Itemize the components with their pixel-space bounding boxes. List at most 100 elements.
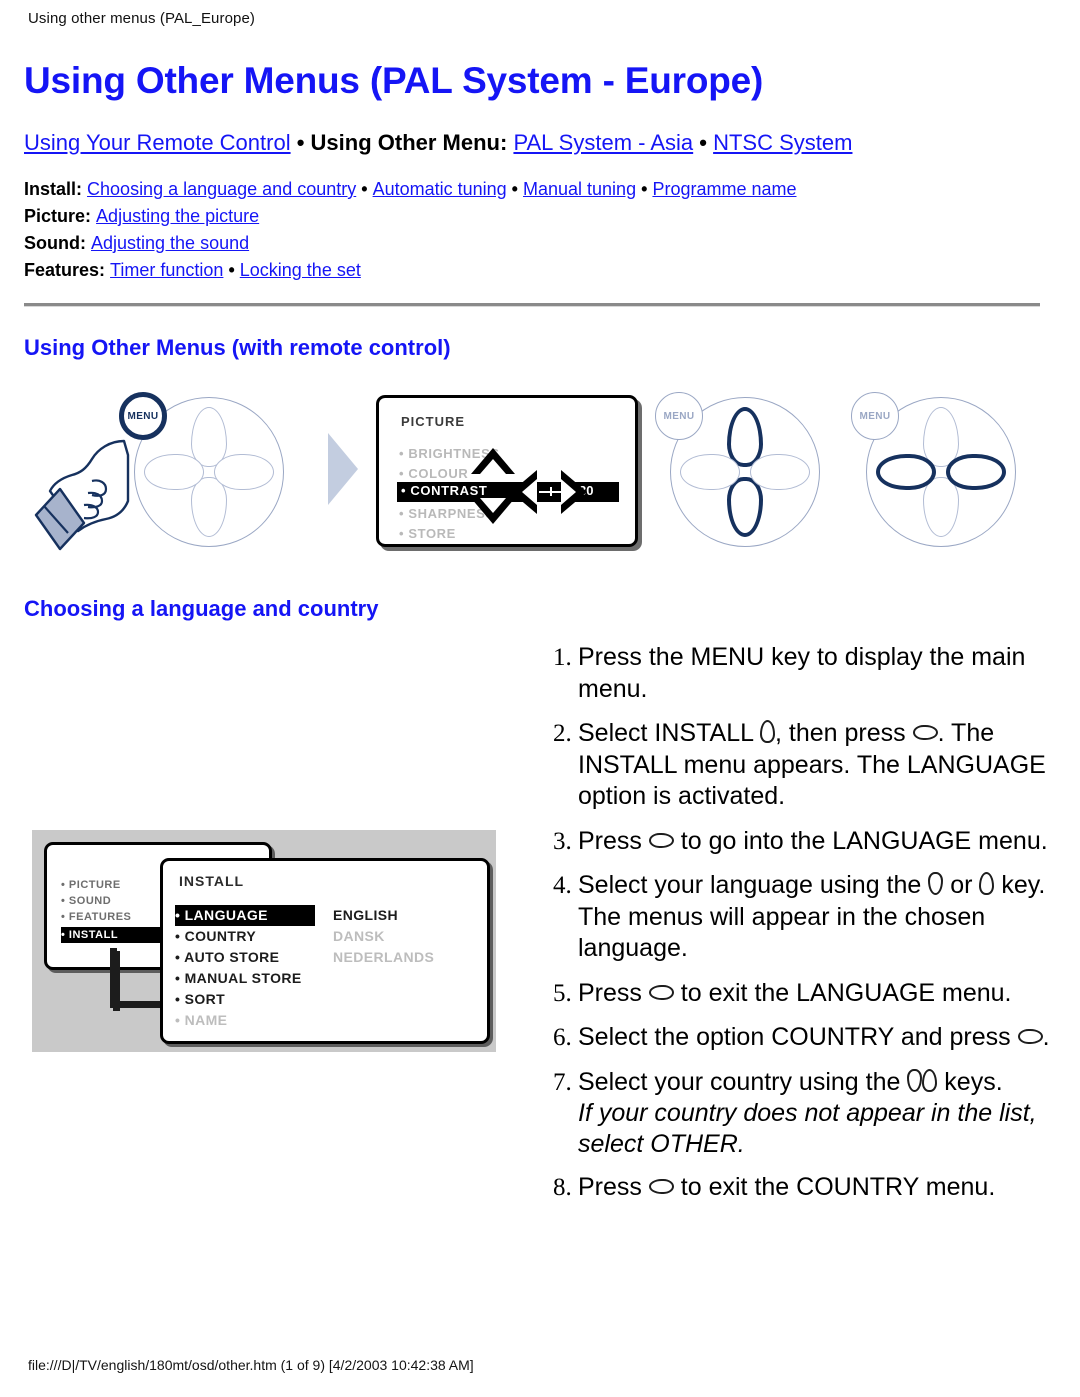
install-item-auto-store: • AUTO STORE [175,949,280,966]
main-item-features-label: FEATURES [68,911,132,924]
main-item-picture: • PICTURE [61,879,121,892]
key-left-glyph-icon [648,984,674,1000]
horizontal-divider [24,303,1040,308]
flow-arrow-1-icon [328,433,358,506]
osd-slider-thumb [550,487,552,497]
nav-row-install: Install: Choosing a language and country… [24,176,1040,203]
osd-main-menu-items: • PICTURE • SOUND • FEATURES • INSTALL [61,877,171,944]
osd-item-contrast-label: CONTRAST [410,483,488,499]
link-timer-function[interactable]: Timer function [110,260,223,280]
remote-dial-2: MENU [655,392,820,548]
footer-path: file:///D|/TV/english/180mt/osd/other.ht… [28,1357,474,1373]
install-item-sort-label: SORT [184,991,226,1008]
step-2-text: Select INSTALL , then press . The INSTAL… [578,719,1046,811]
connector-vertical-2 [110,948,117,1009]
main-item-install-label: INSTALL [68,929,119,942]
nav-group-label-sound: Sound: [24,233,86,254]
remote-down-key-3 [923,477,959,538]
nav-group-label-install: Install: [24,179,83,200]
install-value-nederlands: NEDERLANDS [333,949,435,966]
osd-install-title: INSTALL [179,873,245,890]
menu-button-3: MENU [851,392,899,441]
main-item-picture-label: PICTURE [68,879,121,892]
step-2: Select INSTALL , then press . The INSTAL… [578,718,1080,813]
step-8: Press to exit the COUNTRY menu. [578,1172,1080,1204]
nav-group-label-picture: Picture: [24,206,92,227]
osd-item-colour-label: COLOUR [408,466,469,482]
osd-install-value-column: ENGLISH DANSK NEDERLANDS [333,905,434,968]
nav-row-picture: Picture: Adjusting the picture [24,203,1040,230]
install-item-manual-store-label: MANUAL STORE [184,970,302,987]
install-item-country: • COUNTRY [175,928,257,945]
osd-item-store: • STORE [399,526,456,542]
install-item-name-disabled: • NAME [175,1012,228,1029]
nav-row-features: Features: Timer function • Locking the s… [24,257,1040,284]
osd-down-triangle-inner-icon [480,498,506,514]
key-up-glyph-icon [979,872,995,896]
osd-install-panel: INSTALL • LANGUAGE • COUNTRY • AUTO STOR… [160,858,490,1045]
menu-button-pressed: MENU [119,392,167,441]
step-5: Press to exit the LANGUAGE menu. [578,978,1080,1010]
remote-right-key-3-active [946,454,1006,491]
install-value-dansk: DANSK [333,928,385,945]
figure-install-menu: • PICTURE • SOUND • FEATURES • INSTALL I… [32,830,496,1053]
link-locking-the-set[interactable]: Locking the set [240,260,361,280]
install-item-language-label: LANGUAGE [184,907,268,924]
link-adjusting-the-sound[interactable]: Adjusting the sound [91,233,249,253]
step-6-text: Select the option COUNTRY and press . [578,1023,1050,1052]
link-choosing-a-language-and-country[interactable]: Choosing a language and country [87,179,356,199]
main-item-features: • FEATURES [61,911,132,924]
link-programme-name[interactable]: Programme name [652,179,796,199]
osd-item-contrast-highlighted: • CONTRAST [401,483,488,499]
osd-picture-title: PICTURE [401,414,466,430]
step-4-text: Select your language using the or key. Th… [578,871,1046,963]
secondary-navigation: Install: Choosing a language and country… [24,176,1040,284]
step-8-text: Press to exit the COUNTRY menu. [578,1173,996,1202]
key-right-glyph-icon [912,725,938,741]
link-pal-system-asia[interactable]: PAL System - Asia [513,130,693,155]
nav-separator: • [290,129,311,155]
bullet-1: • [361,179,368,200]
step-3: Press to go into the LANGUAGE menu. [578,826,1080,858]
install-item-sort: • SORT [175,991,226,1008]
primary-navigation: Using Your Remote Control • Using Other … [24,129,1040,157]
key-right-glyph-icon [1017,1029,1043,1045]
install-item-auto-store-label: AUTO STORE [184,949,280,966]
link-ntsc-system[interactable]: NTSC System [713,130,852,155]
key-down-glyph-icon [928,872,944,896]
bullet-2: • [511,179,518,200]
bullet-3: • [641,179,648,200]
osd-install-option-column: • LANGUAGE • COUNTRY • AUTO STORE • MANU… [175,905,315,1031]
section-title-using-other-menus: Using Other Menus (with remote control) [24,335,451,361]
remote-down-key-2-active [727,477,763,538]
remote-down-key-1 [191,477,227,538]
step-5-text: Press to exit the LANGUAGE menu. [578,978,1012,1007]
install-item-country-label: COUNTRY [184,928,257,945]
lower-block: • PICTURE • SOUND • FEATURES • INSTALL I… [24,642,1050,1262]
page-content: Using Other Menus (PAL System - Europe) … [24,60,1050,1262]
install-value-english: ENGLISH [333,907,399,924]
menu-button-2: MENU [655,392,703,441]
install-item-name-label: NAME [184,1012,228,1029]
hand-pointing-icon [34,439,130,551]
nav-row-sound: Sound: Adjusting the sound [24,230,1040,257]
link-manual-tuning[interactable]: Manual tuning [523,179,636,199]
key-up-glyph-icon [760,720,776,744]
step-1-text: Press the MENU key to display the main m… [578,643,1026,703]
osd-picture-panel: PICTURE • BRIGHTNESS • COLOUR • CONTRAST… [376,395,638,548]
instruction-steps-list: Press the MENU key to display the main m… [536,642,1080,1217]
page-title: Using Other Menus (PAL System - Europe) [24,60,764,101]
key-right-glyph-icon [648,832,674,848]
main-item-sound: • SOUND [61,895,112,908]
remote-right-key-2 [750,454,810,491]
key-left-glyph-icon [648,1179,674,1195]
link-using-your-remote-control[interactable]: Using Your Remote Control [24,130,291,155]
remote-right-key-1 [214,454,274,491]
remote-left-key-3-active [876,454,936,491]
figure-remote-sequence: MENU PICTURE • BRIGHTNESS • COLOUR • CON… [24,383,1040,568]
link-automatic-tuning[interactable]: Automatic tuning [373,179,507,199]
link-adjusting-the-picture[interactable]: Adjusting the picture [96,206,259,226]
step-7-text: Select your country using the keys. If yo… [578,1068,1080,1160]
osd-left-triangle-inner-icon [522,479,537,506]
print-header: Using other menus (PAL_Europe) [28,10,256,27]
